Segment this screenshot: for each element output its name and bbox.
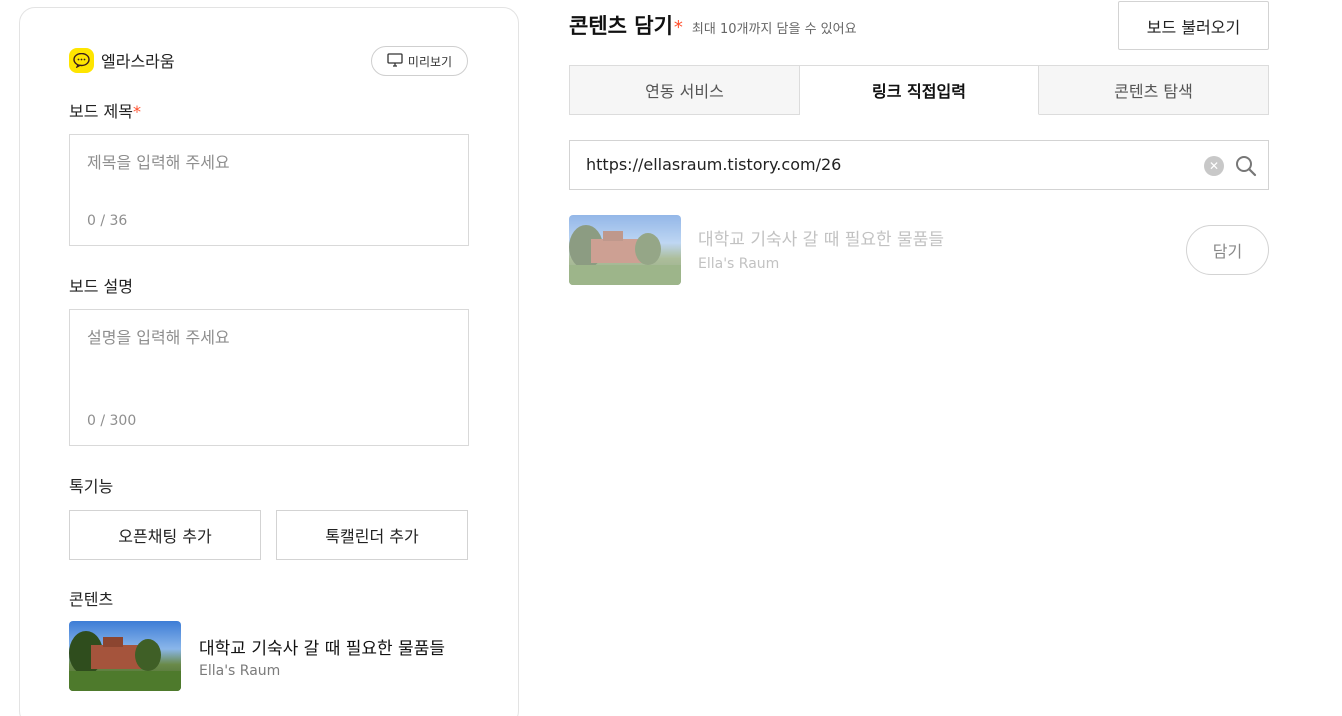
clear-icon[interactable]: ✕ (1204, 156, 1224, 176)
board-title-label: 보드 제목* (69, 98, 141, 122)
link-result-item: 대학교 기숙사 갈 때 필요한 물품들 Ella's Raum 담기 (569, 215, 1269, 285)
result-title: 대학교 기숙사 갈 때 필요한 물품들 (698, 230, 944, 250)
add-open-chat-button[interactable]: 오픈채팅 추가 (69, 510, 261, 560)
content-list-item[interactable]: 대학교 기숙사 갈 때 필요한 물품들 Ella's Raum (69, 621, 445, 691)
channel-info: 엘라스라움 (69, 47, 175, 73)
tab-direct-link[interactable]: 링크 직접입력 (800, 65, 1039, 115)
preview-button-label: 미리보기 (407, 54, 453, 69)
board-title-input[interactable]: 제목을 입력해 주세요 0 / 36 (69, 134, 469, 246)
result-thumbnail (569, 215, 681, 285)
talk-feature-label: 톡기능 (69, 477, 114, 496)
board-desc-input[interactable]: 설명을 입력해 주세요 0 / 300 (69, 309, 469, 446)
content-label: 콘텐츠 (69, 590, 114, 609)
content-source-tabs: 연동 서비스 링크 직접입력 콘텐츠 탐색 (569, 65, 1269, 115)
preview-button[interactable]: 미리보기 (371, 46, 468, 76)
kakao-talk-icon (69, 47, 94, 73)
result-source: Ella's Raum (698, 256, 780, 272)
search-icon[interactable] (1234, 154, 1258, 178)
tab-content-explore[interactable]: 콘텐츠 탐색 (1039, 65, 1269, 115)
max-content-hint: 최대 10개까지 담을 수 있어요 (691, 22, 857, 37)
board-desc-label: 보드 설명 (69, 277, 133, 296)
channel-name: 엘라스라움 (101, 52, 175, 71)
board-desc-placeholder: 설명을 입력해 주세요 (87, 328, 230, 347)
board-desc-char-count: 0 / 300 (87, 413, 137, 429)
content-item-title: 대학교 기숙사 갈 때 필요한 물품들 (199, 638, 445, 659)
add-content-header: 콘텐츠 담기 * 최대 10개까지 담을 수 있어요 (569, 10, 857, 40)
content-thumbnail (69, 621, 181, 691)
tab-linked-service[interactable]: 연동 서비스 (569, 65, 800, 115)
add-talk-calendar-button[interactable]: 톡캘린더 추가 (276, 510, 468, 560)
add-content-title: 콘텐츠 담기 (569, 14, 673, 38)
monitor-icon (387, 52, 403, 70)
link-url-input[interactable]: https://ellasraum.tistory.com/26 ✕ (569, 140, 1269, 190)
board-editor-panel: 엘라스라움 미리보기 보드 제목* 제목을 입력해 주세요 0 / 36 보드 … (19, 7, 519, 716)
board-title-placeholder: 제목을 입력해 주세요 (87, 153, 230, 172)
board-title-label-text: 보드 제목 (69, 102, 133, 121)
add-content-button[interactable]: 담기 (1186, 225, 1269, 275)
link-url-value: https://ellasraum.tistory.com/26 (586, 155, 842, 174)
load-board-button[interactable]: 보드 불러오기 (1118, 1, 1269, 50)
content-item-source: Ella's Raum (199, 662, 281, 679)
required-mark: * (673, 17, 683, 38)
required-mark: * (132, 102, 141, 121)
board-title-char-count: 0 / 36 (87, 213, 128, 229)
